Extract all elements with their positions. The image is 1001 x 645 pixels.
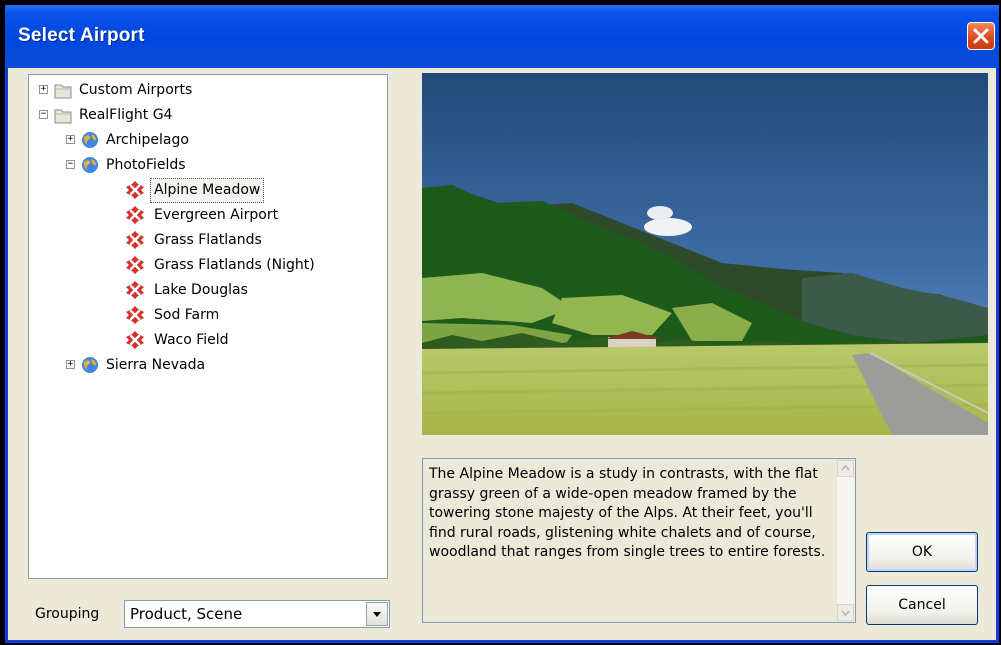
tree-item-label: Archipelago: [106, 132, 189, 148]
close-button[interactable]: [967, 22, 995, 50]
chevron-down-icon: [841, 610, 850, 617]
grouping-label: Grouping: [35, 606, 100, 622]
airport-icon: [126, 306, 144, 324]
tree-item-label: Alpine Meadow: [150, 178, 265, 203]
airport-icon: [126, 231, 144, 249]
globe-icon: [82, 157, 98, 173]
airport-icon: [126, 181, 144, 199]
ok-button[interactable]: OK: [866, 532, 978, 572]
tree-item-label: Grass Flatlands (Night): [154, 257, 315, 273]
collapse-icon[interactable]: −: [39, 110, 48, 119]
screen-frame: Select Airport + Custom Airports − RealF…: [0, 0, 1001, 645]
tree-item-label: PhotoFields: [106, 157, 186, 173]
chevron-down-icon: [373, 612, 381, 617]
title-bar[interactable]: Select Airport: [5, 5, 999, 68]
airport-icon: [126, 331, 144, 349]
globe-icon: [82, 132, 98, 148]
tree-item-label: Evergreen Airport: [154, 207, 279, 223]
dialog-title: Select Airport: [18, 25, 145, 46]
dialog-body: + Custom Airports − RealFlight G4 + Arch…: [8, 68, 996, 640]
tree-item-label: Grass Flatlands: [154, 232, 262, 248]
tree-item-label: Sod Farm: [154, 307, 220, 323]
close-icon: [973, 28, 989, 44]
tree-item-label: Waco Field: [154, 332, 229, 348]
airport-icon: [126, 281, 144, 299]
tree-item-label: Sierra Nevada: [106, 357, 206, 373]
grouping-dropdown[interactable]: Product, Scene: [124, 600, 390, 628]
description-scrollbar[interactable]: [837, 460, 854, 621]
expand-icon[interactable]: +: [66, 135, 75, 144]
tree-item-label: Lake Douglas: [154, 282, 248, 298]
scroll-up-button[interactable]: [837, 460, 854, 477]
airport-icon: [126, 206, 144, 224]
expand-icon[interactable]: +: [39, 85, 48, 94]
description-box[interactable]: The Alpine Meadow is a study in contrast…: [422, 458, 856, 623]
globe-icon: [82, 357, 98, 373]
expand-icon[interactable]: +: [66, 360, 75, 369]
cancel-button[interactable]: Cancel: [866, 585, 978, 625]
scroll-down-button[interactable]: [837, 604, 854, 621]
tree-item-label: RealFlight G4: [79, 107, 173, 123]
folder-icon: [54, 84, 72, 99]
collapse-icon[interactable]: −: [66, 160, 75, 169]
grouping-value: Product, Scene: [130, 605, 243, 623]
airport-tree[interactable]: + Custom Airports − RealFlight G4 + Arch…: [28, 74, 388, 579]
folder-icon: [54, 109, 72, 124]
airport-preview-image: [422, 73, 988, 435]
dropdown-button[interactable]: [366, 602, 388, 626]
tree-item-label: Custom Airports: [79, 82, 193, 98]
airport-icon: [126, 256, 144, 274]
airport-description: The Alpine Meadow is a study in contrast…: [429, 466, 826, 560]
select-airport-dialog: Select Airport + Custom Airports − RealF…: [5, 5, 999, 643]
chevron-up-icon: [841, 464, 850, 471]
alpine-meadow-photo: [422, 73, 988, 435]
